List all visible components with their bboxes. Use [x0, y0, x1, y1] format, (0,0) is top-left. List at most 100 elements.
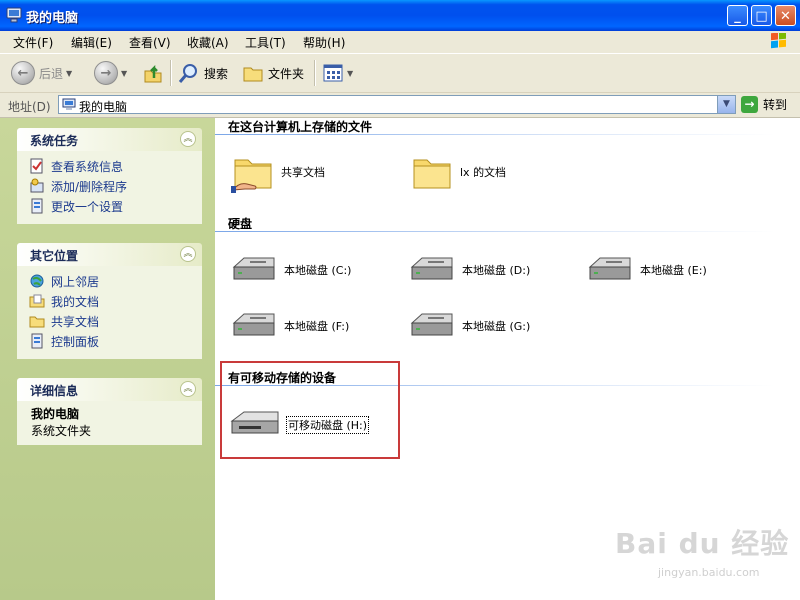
- link-my-documents[interactable]: 我的文档: [17, 291, 202, 311]
- up-folder-icon: [144, 64, 162, 83]
- add-remove-programs-icon: [30, 178, 44, 193]
- section-heading: 硬盘: [228, 217, 253, 231]
- link-label: 添加/删除程序: [51, 179, 128, 194]
- highlight-box: [220, 361, 400, 459]
- link-label: 网上邻居: [51, 274, 100, 289]
- link-label: 查看系统信息: [51, 159, 124, 174]
- other-places-panel: 其它位置 ︽ 网上邻居 我的文档 共享文档 控制面板: [17, 243, 202, 359]
- item-label: lx 的文档: [460, 166, 507, 179]
- system-info-icon: [30, 158, 43, 174]
- link-label: 更改一个设置: [51, 199, 124, 214]
- watermark-url: jingyan.baidu.com: [658, 566, 760, 579]
- forward-arrow-icon: →: [94, 61, 118, 85]
- forward-dropdown-icon[interactable]: ▼: [121, 69, 127, 78]
- item-label: 本地磁盘 (E:): [640, 264, 707, 277]
- menu-help[interactable]: 帮助(H): [303, 34, 345, 51]
- menu-tools[interactable]: 工具(T): [245, 34, 286, 51]
- panel-header[interactable]: 系统任务 ︽: [17, 128, 202, 151]
- link-label: 我的文档: [51, 294, 100, 309]
- item-disk-g[interactable]: 本地磁盘 (G:): [408, 311, 530, 341]
- close-icon: ✕: [780, 9, 791, 24]
- forward-button[interactable]: → ▼: [94, 60, 127, 86]
- views-dropdown-icon[interactable]: ▼: [347, 69, 353, 78]
- link-change-setting[interactable]: 更改一个设置: [17, 196, 202, 216]
- title-bar[interactable]: 我的电脑 _ □ ✕: [0, 0, 800, 31]
- item-label: 共享文档: [281, 166, 325, 179]
- close-button[interactable]: ✕: [775, 5, 796, 26]
- go-button[interactable]: → 转到: [741, 95, 787, 114]
- menu-favorites[interactable]: 收藏(A): [187, 34, 229, 51]
- back-arrow-icon: ←: [11, 61, 35, 85]
- panel-title: 详细信息: [30, 384, 79, 398]
- watermark-logo: Bai du 经验: [615, 527, 790, 560]
- back-label: 后退: [39, 66, 64, 81]
- item-disk-e[interactable]: 本地磁盘 (E:): [586, 255, 707, 285]
- link-shared-documents[interactable]: 共享文档: [17, 311, 202, 331]
- item-disk-c[interactable]: 本地磁盘 (C:): [230, 255, 351, 285]
- link-control-panel[interactable]: 控制面板: [17, 331, 202, 351]
- minimize-button[interactable]: _: [727, 5, 748, 26]
- details-panel: 详细信息 ︽ 我的电脑 系统文件夹: [17, 378, 202, 445]
- item-label: 本地磁盘 (F:): [284, 320, 350, 333]
- hard-disk-icon: [232, 313, 275, 336]
- search-label: 搜索: [204, 66, 229, 81]
- folder-icon: [243, 67, 263, 82]
- collapse-chevron-icon[interactable]: ︽: [180, 381, 196, 397]
- link-view-system-info[interactable]: 查看系统信息: [17, 156, 202, 176]
- item-disk-f[interactable]: 本地磁盘 (F:): [230, 311, 349, 341]
- panel-header[interactable]: 其它位置 ︽: [17, 243, 202, 266]
- maximize-button[interactable]: □: [751, 5, 772, 26]
- search-icon: [178, 64, 197, 83]
- link-label: 共享文档: [51, 314, 100, 329]
- section-divider: [215, 134, 775, 135]
- item-shared-documents[interactable]: 共享文档: [231, 150, 325, 194]
- my-computer-icon: [62, 98, 76, 110]
- go-label: 转到: [763, 98, 788, 112]
- window-title: 我的电脑: [26, 11, 79, 26]
- menu-edit[interactable]: 编辑(E): [71, 34, 112, 51]
- my-computer-icon: [6, 7, 22, 23]
- address-value: 我的电脑: [79, 100, 128, 114]
- search-button[interactable]: 搜索: [178, 60, 228, 86]
- folder-icon: [29, 316, 45, 328]
- panel-title: 系统任务: [30, 134, 79, 148]
- link-add-remove-programs[interactable]: 添加/删除程序: [17, 176, 202, 196]
- views-button[interactable]: ▼: [322, 60, 353, 86]
- panel-header[interactable]: 详细信息 ︽: [17, 378, 202, 401]
- back-dropdown-icon[interactable]: ▼: [66, 69, 72, 78]
- toolbar-separator: [170, 60, 172, 86]
- windows-logo-icon: [771, 33, 786, 49]
- collapse-chevron-icon[interactable]: ︽: [180, 246, 196, 262]
- hard-disk-icon: [588, 257, 631, 280]
- link-network-places[interactable]: 网上邻居: [17, 271, 202, 291]
- explorer-window: 我的电脑 _ □ ✕ 文件(F) 编辑(E) 查看(V) 收藏(A) 工具(T)…: [0, 0, 800, 600]
- back-button[interactable]: ← 后退 ▼: [11, 60, 72, 86]
- folders-button[interactable]: 文件夹: [242, 60, 304, 86]
- address-label: 地址(D): [8, 100, 51, 114]
- control-panel-icon: [31, 333, 43, 349]
- minimize-icon: _: [734, 9, 741, 24]
- section-heading: 在这台计算机上存储的文件: [228, 120, 373, 134]
- item-user-documents[interactable]: lx 的文档: [410, 150, 506, 194]
- item-label: 本地磁盘 (C:): [284, 264, 352, 277]
- task-pane: 系统任务 ︽ 查看系统信息 添加/删除程序 更改一个设置 其它位置 ︽ 网上邻居…: [0, 118, 215, 600]
- panel-title: 其它位置: [30, 249, 79, 263]
- toolbar-separator: [314, 60, 316, 86]
- documents-folder-icon: [29, 294, 45, 308]
- hard-disk-icon: [410, 313, 453, 336]
- collapse-chevron-icon[interactable]: ︽: [180, 131, 196, 147]
- folder-icon: [413, 159, 451, 189]
- address-input[interactable]: 我的电脑 ▼: [58, 95, 736, 114]
- shared-folder-icon: [231, 159, 272, 193]
- hard-disk-icon: [232, 257, 275, 280]
- item-label: 本地磁盘 (G:): [462, 320, 531, 333]
- toolbar: ← 后退 ▼ → ▼ 搜索 文件夹 ▼: [0, 54, 800, 93]
- menu-file[interactable]: 文件(F): [13, 34, 53, 51]
- up-folder-button[interactable]: [142, 60, 164, 86]
- address-dropdown-icon[interactable]: ▼: [717, 96, 735, 113]
- system-tasks-panel: 系统任务 ︽ 查看系统信息 添加/删除程序 更改一个设置: [17, 128, 202, 224]
- address-bar: 地址(D) 我的电脑 ▼ → 转到: [0, 93, 800, 118]
- item-label: 本地磁盘 (D:): [462, 264, 531, 277]
- menu-view[interactable]: 查看(V): [129, 34, 171, 51]
- item-disk-d[interactable]: 本地磁盘 (D:): [408, 255, 530, 285]
